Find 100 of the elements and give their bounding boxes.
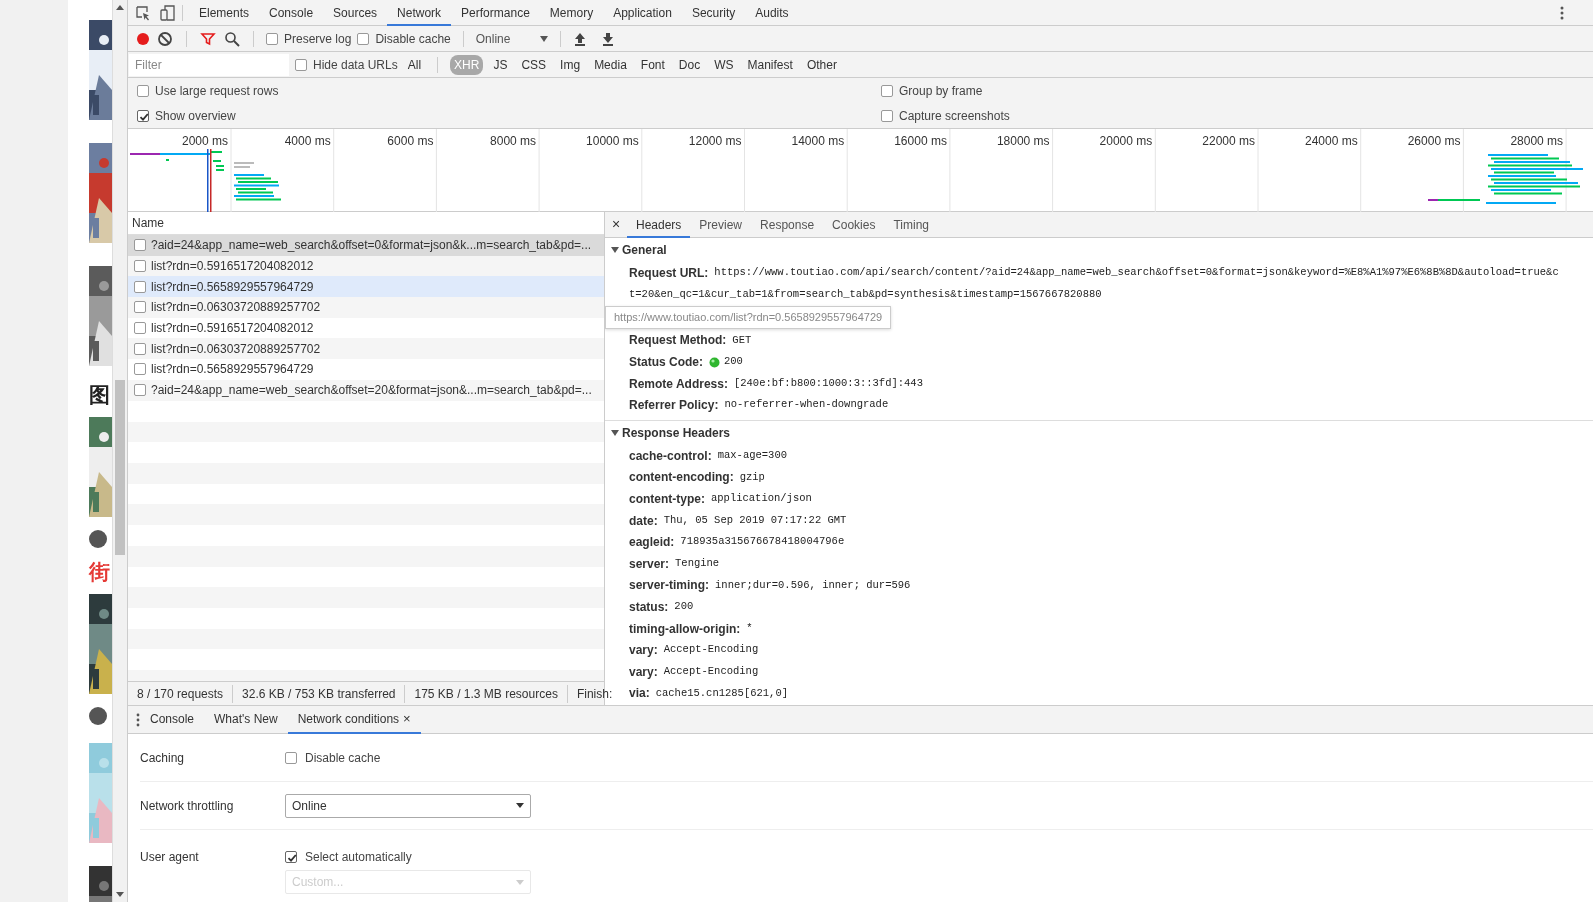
panel-tab[interactable]: Console <box>259 0 324 26</box>
panel-tab[interactable]: Application <box>603 0 682 26</box>
header-value: Accept-Encoding <box>663 663 759 679</box>
checkbox[interactable] <box>285 751 297 764</box>
header-name: server-timing: <box>629 577 710 595</box>
headline[interactable]: 图 <box>89 383 112 407</box>
detail-tab[interactable]: Cookies <box>823 212 885 238</box>
tick-label: 26000 ms <box>1407 134 1461 148</box>
tooltip: https://www.toutiao.com/list?rdn=0.5658929557964729 <box>605 306 892 329</box>
header-name: status: <box>629 599 669 616</box>
caret-icon <box>516 803 524 808</box>
drawer-tab[interactable]: Network conditions × <box>287 705 421 734</box>
header-name: eagleid: <box>629 534 675 552</box>
header-value: 200 <box>724 354 743 370</box>
request-name: list?rdn=0.5916517204082012 <box>151 320 314 338</box>
device-icon[interactable] <box>158 3 176 22</box>
header-value: inner;dur=0.596, inner; dur=596 <box>715 577 911 593</box>
more-menu-icon[interactable] <box>1559 4 1565 21</box>
tick-label: 28000 ms <box>1510 134 1564 148</box>
type-filter[interactable]: Img <box>556 54 585 75</box>
panel-tab[interactable]: Audits <box>745 0 799 26</box>
tick-label: 24000 ms <box>1305 134 1358 148</box>
request-row[interactable]: ?aid=24&app_name=web_search&offset=0&format=json&k...m=search_tab&pd=... <box>128 235 604 256</box>
checkbox[interactable] <box>285 851 297 863</box>
panel-tab[interactable]: Performance <box>451 0 540 26</box>
section-header[interactable]: Response Headers <box>605 421 1593 446</box>
checkbox[interactable] <box>357 32 370 45</box>
type-filter[interactable]: Font <box>636 54 669 75</box>
request-name: ?aid=24&app_name=web_search&offset=0&format=json&k...m=search_tab&pd=... <box>151 237 592 255</box>
header-value: * <box>746 620 753 636</box>
panel-tab[interactable]: Sources <box>323 0 388 26</box>
detail-tab[interactable]: Response <box>751 212 824 238</box>
request-row[interactable]: list?rdn=0.06303720889257702 <box>128 338 604 360</box>
inspect-icon[interactable] <box>134 3 152 22</box>
checkbox[interactable] <box>266 32 278 45</box>
drawer-tab[interactable]: What's New <box>204 705 288 734</box>
throttling-dropdown[interactable]: Online <box>475 29 548 48</box>
clear-icon[interactable] <box>156 29 174 48</box>
checkbox[interactable] <box>137 109 149 122</box>
scrollbar[interactable] <box>112 0 127 902</box>
header-name: cache-control: <box>629 447 712 465</box>
header-value: Tengine <box>675 555 720 571</box>
type-filter[interactable]: Manifest <box>743 54 797 75</box>
tick-label: 10000 ms <box>586 134 639 148</box>
header-value: cache15.cn1285[621,0] <box>655 685 788 701</box>
request-row[interactable]: list?rdn=0.5658929557964729 <box>128 276 604 298</box>
more-menu-icon[interactable] <box>136 712 140 727</box>
request-name: list?rdn=0.5658929557964729 <box>151 278 314 296</box>
file-icon <box>134 239 146 252</box>
checkbox[interactable] <box>881 109 893 122</box>
panel-tab[interactable]: Security <box>681 0 746 26</box>
header-value: [240e:bf:b800:1000:3::3fd]:443 <box>733 375 923 391</box>
request-row[interactable]: list?rdn=0.5916517204082012 <box>128 255 604 277</box>
checkbox[interactable] <box>295 58 307 71</box>
header-value: 200 <box>674 599 694 615</box>
avatar <box>89 707 107 725</box>
type-filter[interactable]: All <box>403 54 426 75</box>
close-button[interactable]: × <box>605 214 627 235</box>
header-name: content-encoding: <box>629 469 734 487</box>
type-filter[interactable]: JS <box>489 54 512 75</box>
type-filter[interactable]: WS <box>710 54 738 75</box>
file-icon <box>134 301 146 314</box>
status-dot-icon <box>709 356 720 368</box>
request-row[interactable]: list?rdn=0.06303720889257702 <box>128 297 604 318</box>
download-icon[interactable] <box>600 30 615 47</box>
header-name: content-type: <box>629 491 705 509</box>
detail-tab[interactable]: Timing <box>884 212 938 238</box>
status-text: 175 KB / 1.3 MB resources <box>405 684 568 703</box>
type-filter[interactable]: Doc <box>674 54 705 75</box>
checkbox-label: Select automatically <box>305 849 412 866</box>
tick-label: 22000 ms <box>1202 134 1255 148</box>
checkbox-label: Preserve log <box>284 30 352 48</box>
section-header[interactable]: General <box>605 238 1593 262</box>
select-field[interactable]: Online <box>285 793 531 818</box>
type-filter[interactable]: Media <box>590 54 631 75</box>
checkbox[interactable] <box>137 84 149 97</box>
header-name: server: <box>629 555 670 573</box>
record-button[interactable] <box>136 31 150 46</box>
detail-tab[interactable]: Headers <box>627 212 691 238</box>
panel-tab[interactable]: Memory <box>539 0 604 26</box>
file-icon <box>134 260 146 273</box>
detail-tab[interactable]: Preview <box>690 212 752 238</box>
tick-label: 8000 ms <box>490 134 537 148</box>
checkbox[interactable] <box>881 84 893 97</box>
header-name: Request Method: <box>629 332 727 350</box>
drawer-tab[interactable]: Console <box>140 705 205 734</box>
request-row[interactable]: ?aid=24&app_name=web_search&offset=20&format=json&...m=search_tab&pd=... <box>128 379 604 401</box>
headline[interactable]: 街 <box>89 560 112 584</box>
filter-field[interactable]: Filter <box>129 53 289 76</box>
tick-label: 18000 ms <box>996 134 1050 148</box>
panel-tab[interactable]: Elements <box>189 0 260 26</box>
request-name: list?rdn=0.5916517204082012 <box>151 258 314 276</box>
type-filter[interactable]: Other <box>802 54 841 75</box>
search-icon[interactable] <box>223 29 241 48</box>
close-button[interactable]: × <box>403 708 411 729</box>
checkbox-label: Capture screenshots <box>899 107 1010 125</box>
request-name: list?rdn=0.5658929557964729 <box>151 361 314 379</box>
header-value: Accept-Encoding <box>663 642 759 658</box>
type-filter[interactable]: CSS <box>517 54 551 75</box>
header-name: vary: <box>629 663 658 681</box>
